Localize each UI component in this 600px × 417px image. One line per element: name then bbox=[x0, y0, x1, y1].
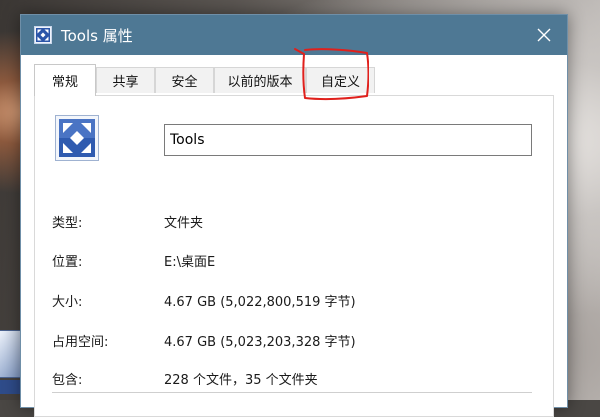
window-title: Tools 属性 bbox=[61, 26, 133, 45]
contains-value: 228 个文件，35 个文件夹 bbox=[164, 373, 318, 388]
title-bar[interactable]: Tools 属性 bbox=[21, 15, 567, 55]
size-value: 4.67 GB (5,022,800,519 字节) bbox=[164, 295, 356, 310]
location-value: E:\桌面E bbox=[164, 255, 216, 270]
tab-general[interactable]: 常规 bbox=[34, 64, 96, 96]
general-tab-panel: 类型: 文件夹 位置: E:\桌面E 大小: 4.67 GB (5,022,80… bbox=[34, 95, 554, 417]
type-value: 文件夹 bbox=[164, 216, 204, 231]
size-on-disk-label: 占用空间: bbox=[52, 335, 109, 350]
tab-previous-versions[interactable]: 以前的版本 bbox=[214, 67, 306, 93]
section-divider bbox=[52, 392, 532, 393]
size-on-disk-value: 4.67 GB (5,023,203,328 字节) bbox=[164, 335, 356, 350]
size-label: 大小: bbox=[52, 295, 83, 310]
desktop-shortcut-label bbox=[0, 380, 22, 394]
location-label: 位置: bbox=[52, 255, 83, 270]
close-icon bbox=[537, 28, 551, 42]
close-button[interactable] bbox=[527, 19, 561, 51]
folder-name-input[interactable] bbox=[164, 124, 532, 156]
folder-customize-icon bbox=[34, 26, 52, 44]
tab-bar: 常规 共享 安全 以前的版本 自定义 bbox=[21, 55, 567, 96]
folder-customize-icon bbox=[55, 115, 99, 161]
tab-customize[interactable]: 自定义 bbox=[306, 67, 375, 93]
contains-label: 包含: bbox=[52, 373, 83, 388]
tab-security[interactable]: 安全 bbox=[155, 67, 214, 93]
tab-sharing[interactable]: 共享 bbox=[96, 67, 155, 93]
properties-dialog: Tools 属性 常规 共享 安全 以前的版本 自定义 类型: 文件夹 位置: … bbox=[20, 14, 568, 417]
type-label: 类型: bbox=[52, 216, 83, 231]
